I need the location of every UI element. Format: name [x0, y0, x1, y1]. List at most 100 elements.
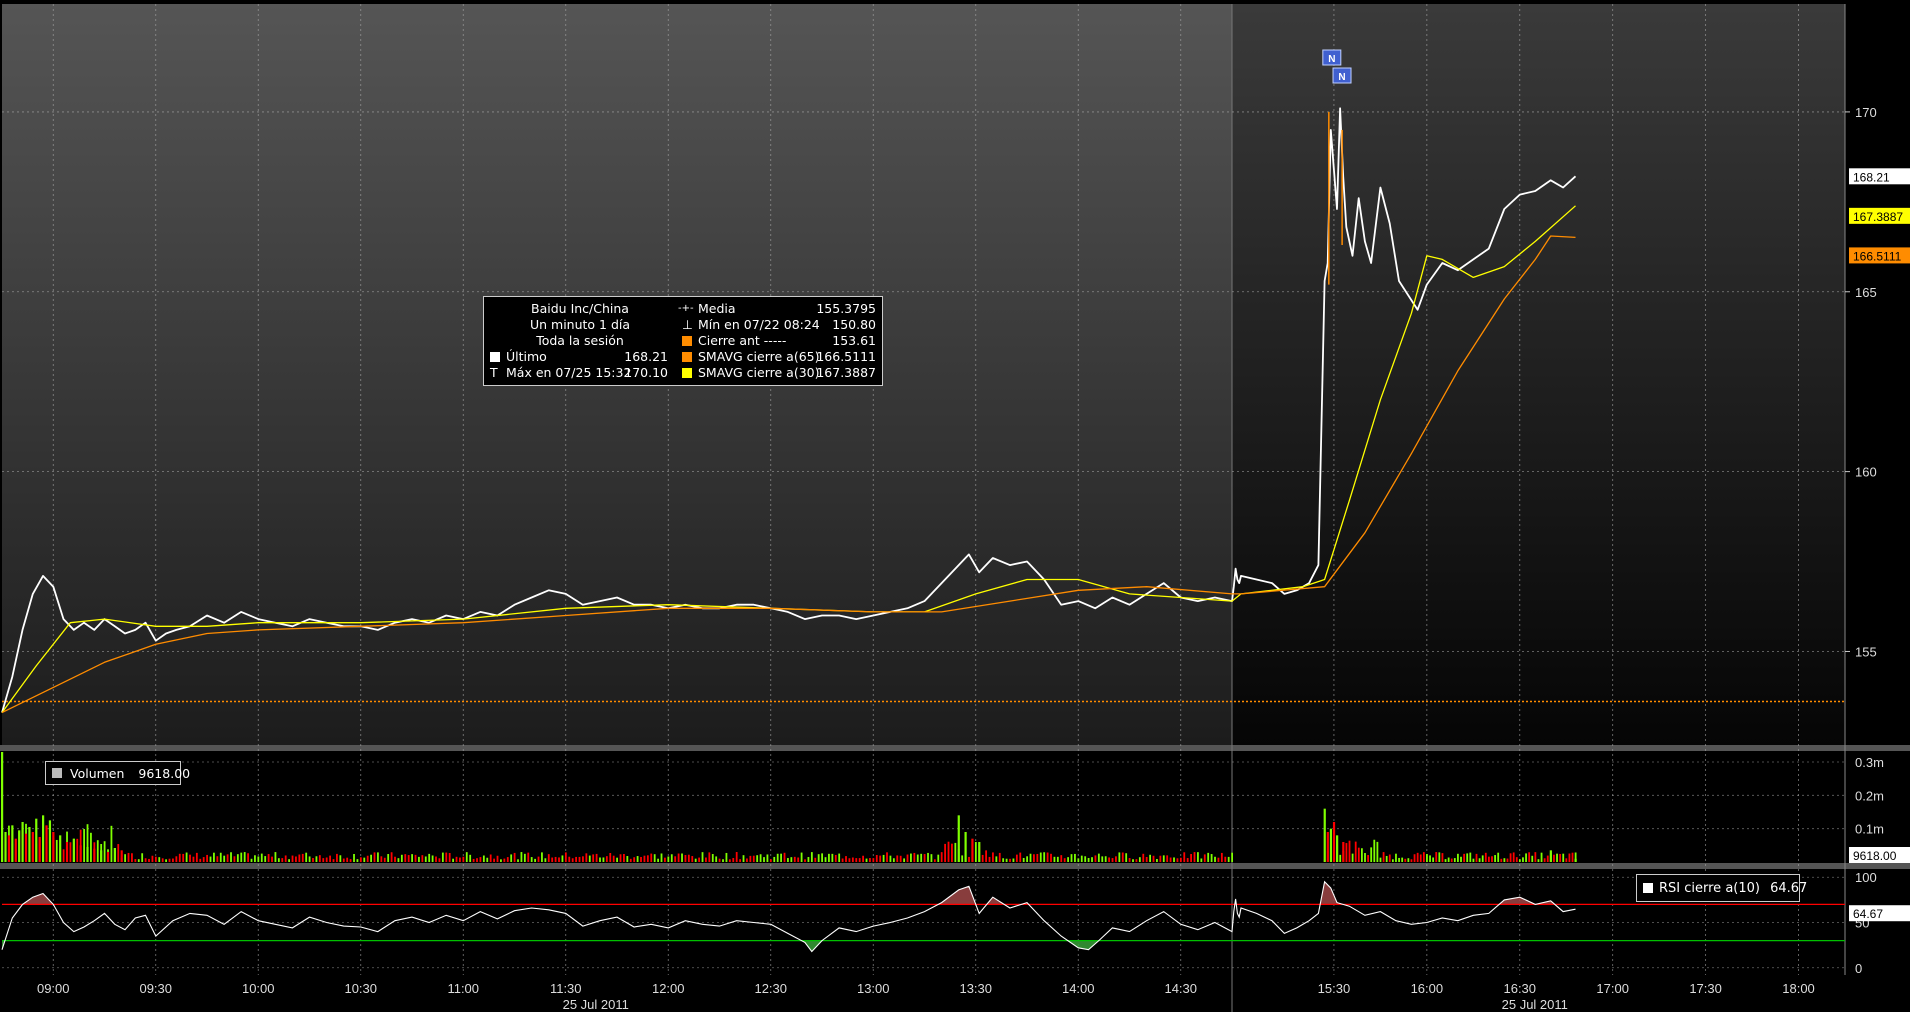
vol-bar: [216, 856, 219, 862]
vol-bar: [298, 854, 301, 862]
vol-bar: [1193, 852, 1196, 862]
vol-bar: [486, 857, 489, 862]
vol-bar-key: [1323, 808, 1326, 862]
vol-bar: [148, 858, 150, 862]
vol-bar: [1186, 858, 1189, 862]
vol-bar-key: [1, 752, 4, 862]
vol-bar-key: [35, 818, 38, 862]
vol-bar: [582, 856, 584, 862]
vol-bar: [1101, 856, 1104, 862]
vol-bar: [206, 854, 208, 862]
date-label: 25 Jul 2011: [1502, 997, 1568, 1012]
vol-bar: [1413, 854, 1416, 862]
vol-bar: [1339, 854, 1342, 862]
vol-bar: [247, 853, 249, 862]
legend-session: Toda la sesión: [536, 333, 624, 348]
tag-volume: 9618.00: [1853, 849, 1897, 863]
vol-bar: [1491, 856, 1493, 862]
date-label: 25 Jul 2011: [563, 997, 629, 1012]
vol-bar: [916, 854, 919, 862]
vol-bar: [1162, 855, 1165, 862]
vol-bar: [1522, 857, 1524, 862]
vol-bar: [359, 857, 362, 862]
vol-bar: [441, 852, 444, 862]
vol-bar: [841, 858, 844, 862]
vol-bar-key: [971, 838, 974, 862]
vol-bar: [462, 856, 465, 862]
vol-bar: [76, 838, 79, 862]
vol-bar: [161, 858, 164, 862]
vol-bar: [585, 853, 588, 862]
vol-bar: [1125, 853, 1128, 862]
vol-bar: [752, 855, 755, 862]
vol-bar: [640, 856, 642, 862]
vol-bar: [1518, 859, 1521, 862]
vol-bar: [985, 850, 987, 862]
vol-bar: [209, 856, 212, 862]
rsi-tick-100: 100: [1855, 870, 1877, 885]
time-tick-15:30: 15:30: [1318, 981, 1351, 996]
vol-bar: [479, 857, 482, 862]
vol-bar: [366, 855, 369, 862]
vol-bar: [1487, 856, 1490, 862]
vol-bar: [851, 857, 854, 862]
legend-item-mean: -+- Media 155.3795: [678, 301, 876, 316]
vol-bar: [875, 855, 878, 862]
vol-bar: [1497, 852, 1500, 862]
vol-bar: [653, 854, 656, 862]
vol-bar: [619, 854, 622, 862]
vol-bar: [954, 842, 957, 862]
vol-bar: [336, 853, 338, 862]
time-tick-17:00: 17:00: [1596, 981, 1629, 996]
vol-bar: [254, 855, 256, 862]
vol-tick-1: 0.2m: [1855, 788, 1884, 803]
vol-bar: [469, 854, 472, 862]
vol-bar: [913, 852, 916, 862]
vol-bar: [312, 858, 314, 862]
vol-bar: [1537, 859, 1540, 862]
vol-bar: [1466, 853, 1469, 862]
vol-bar: [783, 852, 786, 862]
vol-bar: [988, 856, 991, 862]
vol-bar: [1361, 848, 1363, 862]
vol-bar: [1534, 852, 1537, 862]
vol-bar: [633, 857, 636, 862]
legend-item-last: Último 168.21: [490, 349, 670, 365]
vol-bar: [961, 855, 964, 862]
vol-bar-key: [14, 838, 17, 862]
vol-bar: [1019, 852, 1022, 862]
vol-bar: [869, 858, 871, 862]
vol-bar: [660, 853, 663, 862]
vol-bar: [414, 854, 417, 862]
vol-bar: [418, 856, 420, 862]
vol-bar: [332, 859, 335, 862]
time-tick-18:00: 18:00: [1782, 981, 1815, 996]
vol-bar: [1070, 854, 1073, 862]
vol-bar: [421, 855, 424, 862]
vol-bar-key: [93, 848, 96, 862]
vol-bar: [749, 855, 752, 862]
vol-bar-key: [52, 832, 55, 862]
legend-security: Baidu Inc/China: [531, 301, 629, 316]
vol-bar: [1111, 858, 1114, 862]
tag-sma30: 167.3887: [1853, 210, 1903, 224]
vol-bar: [110, 825, 113, 862]
vol-bar-key: [59, 835, 62, 862]
legend-swatch-sma30: [682, 368, 692, 378]
vol-bar: [568, 856, 571, 862]
vol-bar: [1104, 856, 1107, 862]
vol-bar: [1401, 857, 1404, 862]
vol-bar: [281, 858, 284, 862]
vol-bar: [728, 859, 731, 862]
vol-bar: [240, 852, 243, 862]
vol-bar: [411, 854, 413, 862]
time-tick-12:00: 12:00: [652, 981, 685, 996]
vol-bar: [609, 852, 612, 862]
vol-bar: [1197, 852, 1199, 862]
vol-bar: [643, 855, 646, 862]
vol-bar: [800, 852, 803, 862]
vol-bar: [858, 858, 861, 862]
vol-bar: [940, 852, 943, 862]
vol-bar: [667, 856, 670, 862]
legend-swatch-prev-close: [682, 336, 692, 346]
